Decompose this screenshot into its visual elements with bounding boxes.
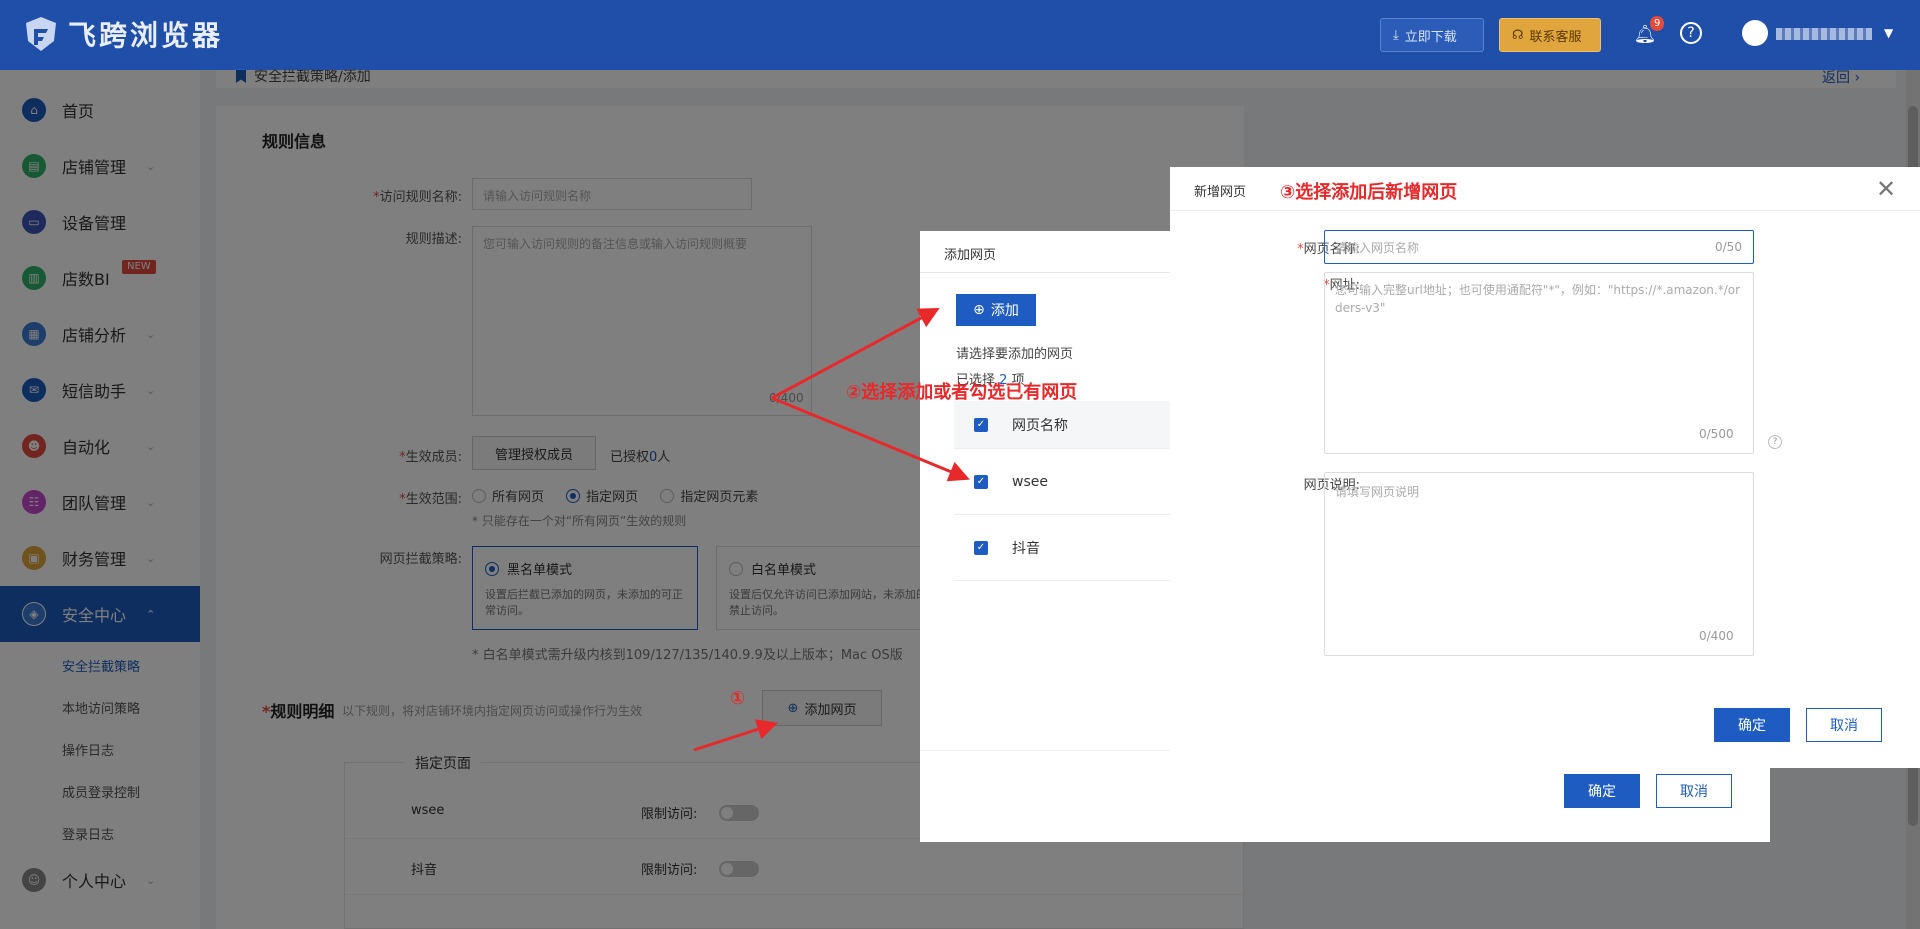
cancel-button[interactable]: 取消 xyxy=(1656,774,1732,808)
new-page-dialog: 新增网页 ③选择添加后新增网页 ✕ *网页名称: 请输入网页名称 0/50 *网… xyxy=(1170,167,1920,768)
url-textarea[interactable]: 您可输入完整url地址；也可使用通配符"*"，例如："https://*.ama… xyxy=(1324,272,1754,454)
download-icon: ⤓ xyxy=(1393,27,1399,43)
dialog-title: 添加网页 xyxy=(944,248,997,263)
top-bar: 飞跨浏览器 ⤓ 立即下载 ☊ 联系客服 🔔︎ 9 ? ▼ xyxy=(0,0,1920,70)
add-label: 添加 xyxy=(990,303,1019,319)
row-checkbox[interactable]: ✓ xyxy=(974,474,988,489)
url-help-icon[interactable]: ? xyxy=(1768,435,1782,449)
page-desc-textarea[interactable]: 请填写网页说明 0/400 xyxy=(1324,472,1754,656)
annotation-step1: ① xyxy=(730,688,746,709)
page-name-counter: 0/50 xyxy=(1715,240,1742,254)
app-name: 飞跨浏览器 xyxy=(68,19,224,52)
row-page-name: 抖音 xyxy=(1012,540,1040,557)
confirm-button[interactable]: 确定 xyxy=(1714,708,1790,742)
avatar[interactable] xyxy=(1742,20,1768,46)
annotation-step3: ③选择添加后新增网页 xyxy=(1280,182,1458,203)
url-placeholder: 您可输入完整url地址；也可使用通配符"*"，例如："https://*.ama… xyxy=(1335,283,1741,315)
row-page-name: wsee xyxy=(1012,473,1048,490)
headset-icon: ☊ xyxy=(1512,27,1524,43)
cancel-button[interactable]: 取消 xyxy=(1806,708,1882,742)
contact-support-button[interactable]: ☊ 联系客服 xyxy=(1499,18,1601,52)
select-all-checkbox[interactable]: ✓ xyxy=(974,417,988,432)
plus-circle-icon: ⊕ xyxy=(973,302,985,318)
dialog-header: 新增网页 ③选择添加后新增网页 ✕ xyxy=(1170,167,1920,211)
row-checkbox[interactable]: ✓ xyxy=(974,540,988,555)
select-prompt: 请选择要添加的网页 xyxy=(956,347,1074,362)
notification-badge: 9 xyxy=(1650,16,1665,31)
confirm-button[interactable]: 确定 xyxy=(1564,774,1640,808)
chevron-down-icon[interactable]: ▼ xyxy=(1884,26,1893,40)
download-label: 立即下载 xyxy=(1404,29,1457,45)
user-name-blurred[interactable] xyxy=(1776,28,1872,40)
annotation-step2: ②选择添加或者勾选已有网页 xyxy=(846,382,1078,403)
page-desc-counter: 0/400 xyxy=(1699,629,1734,643)
add-button[interactable]: ⊕ 添加 xyxy=(956,294,1036,326)
page-name-placeholder: 请输入网页名称 xyxy=(1335,241,1420,255)
logo-icon xyxy=(26,17,56,51)
url-counter: 0/500 xyxy=(1699,427,1734,441)
close-icon[interactable]: ✕ xyxy=(1876,175,1896,203)
column-header-page-name: 网页名称 xyxy=(1012,417,1068,434)
page-name-input[interactable]: 请输入网页名称 0/50 xyxy=(1324,230,1754,264)
app-logo[interactable]: 飞跨浏览器 xyxy=(24,14,223,54)
page-desc-placeholder: 请填写网页说明 xyxy=(1335,485,1420,499)
download-button[interactable]: ⤓ 立即下载 xyxy=(1380,18,1484,52)
support-label: 联系客服 xyxy=(1529,29,1582,45)
dialog-title: 新增网页 xyxy=(1194,185,1247,200)
help-icon[interactable]: ? xyxy=(1680,22,1702,44)
